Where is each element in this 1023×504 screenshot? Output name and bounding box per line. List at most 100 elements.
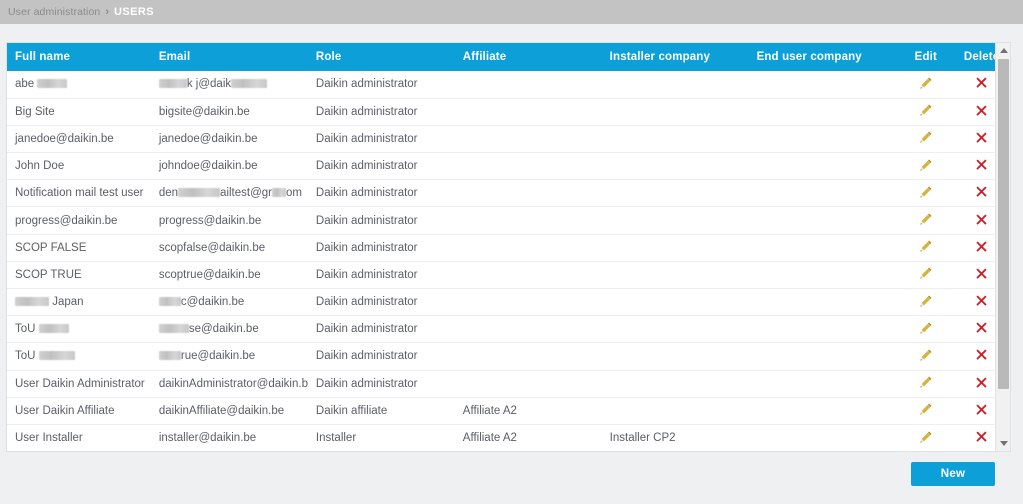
table-row[interactable]: Notification mail test user den ailtest@gr…: [7, 179, 1010, 208]
cell-edit[interactable]: [900, 234, 952, 262]
pencil-icon[interactable]: [919, 294, 933, 308]
table-vertical-scrollbar[interactable]: [995, 43, 1010, 451]
table-row[interactable]: progress@daikin.be progress@daikin.be Daik…: [7, 206, 1010, 235]
cell-full-name: John Doe: [7, 152, 151, 181]
pencil-icon[interactable]: [919, 348, 933, 362]
x-mark-icon[interactable]: [975, 403, 988, 416]
table-row[interactable]: ToU se@daikin.be Daikin administrator: [7, 315, 1010, 344]
x-mark-icon[interactable]: [975, 158, 988, 171]
cell-edit[interactable]: [900, 152, 952, 181]
cell-edit[interactable]: [900, 288, 952, 317]
column-header-full-name[interactable]: Full name: [7, 43, 151, 71]
cell-text: ailtest@gr: [220, 187, 272, 200]
x-mark-icon[interactable]: [975, 430, 988, 443]
cell-text: ToU: [15, 323, 39, 336]
cell-edit[interactable]: [900, 179, 952, 208]
x-mark-icon[interactable]: [975, 376, 988, 389]
cell-email: daikinAdministrator@daikin.be: [150, 370, 308, 398]
breadcrumb-parent[interactable]: User administration: [8, 6, 100, 18]
cell-end-user-company: [748, 206, 901, 235]
table-row[interactable]: John Doe johndoe@daikin.be Daikin administ…: [7, 152, 1010, 181]
column-header-installer-company[interactable]: Installer company: [601, 43, 749, 71]
table-row[interactable]: SCOP TRUE scoptrue@daikin.be Daikin admini…: [7, 261, 1010, 290]
cell-edit[interactable]: [900, 98, 952, 126]
cell-affiliate: [454, 370, 602, 398]
pencil-icon[interactable]: [919, 130, 933, 144]
x-mark-icon[interactable]: [975, 240, 988, 253]
scrollbar-thumb[interactable]: [998, 59, 1009, 389]
x-mark-icon[interactable]: [975, 76, 988, 89]
cell-edit[interactable]: [900, 206, 952, 235]
breadcrumb-separator-icon: ›: [105, 6, 110, 18]
new-button[interactable]: New: [911, 462, 995, 486]
column-header-end-user-company[interactable]: End user company: [748, 43, 901, 71]
x-mark-icon[interactable]: [975, 104, 988, 117]
x-mark-icon[interactable]: [975, 131, 988, 144]
column-header-email[interactable]: Email: [150, 43, 308, 71]
table-row[interactable]: User Installer installer@daikin.be Install…: [7, 424, 1010, 451]
cell-end-user-company: [748, 370, 901, 398]
pencil-icon[interactable]: [919, 158, 933, 172]
scrollbar-down-button[interactable]: [996, 436, 1010, 451]
cell-edit[interactable]: [900, 424, 952, 451]
x-mark-icon[interactable]: [975, 348, 988, 361]
pencil-icon[interactable]: [919, 430, 933, 444]
cell-edit[interactable]: [900, 71, 952, 99]
column-header-affiliate[interactable]: Affiliate: [454, 43, 602, 71]
pencil-icon[interactable]: [919, 375, 933, 389]
table-row[interactable]: Big Site bigsite@daikin.be Daikin administ…: [7, 98, 1010, 126]
x-mark-icon[interactable]: [975, 213, 988, 226]
pencil-icon[interactable]: [919, 76, 933, 90]
table-row[interactable]: SCOP FALSE scopfalse@daikin.be Daikin admi…: [7, 234, 1010, 262]
cell-role: Daikin administrator: [307, 98, 455, 126]
breadcrumb-current: USERS: [114, 6, 154, 18]
cell-end-user-company: [748, 288, 901, 317]
cell-email: scopfalse@daikin.be: [150, 234, 308, 262]
cell-installer-company: [601, 342, 749, 371]
cell-installer-company: [601, 315, 749, 344]
cell-email: johndoe@daikin.be: [150, 152, 308, 181]
x-mark-icon[interactable]: [975, 294, 988, 307]
cell-role: Daikin administrator: [307, 288, 455, 317]
table-row[interactable]: User Daikin Affiliate daikinAffiliate@dai…: [7, 397, 1010, 425]
pencil-icon[interactable]: [919, 402, 933, 416]
cell-edit[interactable]: [900, 397, 952, 425]
page-body: Full name Email Role Affiliate Installer…: [0, 24, 1023, 504]
pencil-icon[interactable]: [919, 266, 933, 280]
pencil-icon[interactable]: [919, 321, 933, 335]
column-header-role[interactable]: Role: [307, 43, 455, 71]
cell-edit[interactable]: [900, 315, 952, 344]
x-mark-icon[interactable]: [975, 267, 988, 280]
cell-affiliate: [454, 98, 602, 126]
cell-role: Daikin administrator: [307, 179, 455, 208]
cell-full-name: ToU: [7, 342, 151, 371]
cell-text: om: [286, 187, 302, 200]
users-table-panel: Full name Email Role Affiliate Installer…: [6, 42, 1011, 452]
cell-installer-company: [601, 288, 749, 317]
cell-affiliate: [454, 315, 602, 344]
cell-end-user-company: [748, 98, 901, 126]
scrollbar-up-button[interactable]: [996, 43, 1010, 58]
cell-edit[interactable]: [900, 342, 952, 371]
cell-full-name: User Installer: [7, 424, 151, 451]
table-row[interactable]: User Daikin Administrator daikinAdministr…: [7, 370, 1010, 398]
cell-affiliate: [454, 152, 602, 181]
cell-text: c@daikin.be: [180, 296, 245, 309]
cell-full-name: SCOP FALSE: [7, 234, 151, 262]
table-row[interactable]: janedoe@daikin.be janedoe@daikin.be Daikin…: [7, 125, 1010, 154]
pencil-icon[interactable]: [919, 103, 933, 117]
x-mark-icon[interactable]: [975, 321, 988, 334]
cell-edit[interactable]: [900, 125, 952, 154]
redaction-block: [37, 79, 68, 89]
table-row[interactable]: ToU rue@daikin.be Daikin administrator: [7, 342, 1010, 371]
cell-edit[interactable]: [900, 370, 952, 398]
cell-role: Daikin administrator: [307, 261, 455, 290]
cell-end-user-company: [748, 397, 901, 425]
x-mark-icon[interactable]: [975, 185, 988, 198]
table-row[interactable]: Japan c@daikin.be Daikin administrator: [7, 288, 1010, 317]
table-row[interactable]: abe k j@daik Daikin administrator: [7, 71, 1010, 99]
pencil-icon[interactable]: [919, 212, 933, 226]
pencil-icon[interactable]: [919, 239, 933, 253]
pencil-icon[interactable]: [919, 185, 933, 199]
cell-edit[interactable]: [900, 261, 952, 290]
